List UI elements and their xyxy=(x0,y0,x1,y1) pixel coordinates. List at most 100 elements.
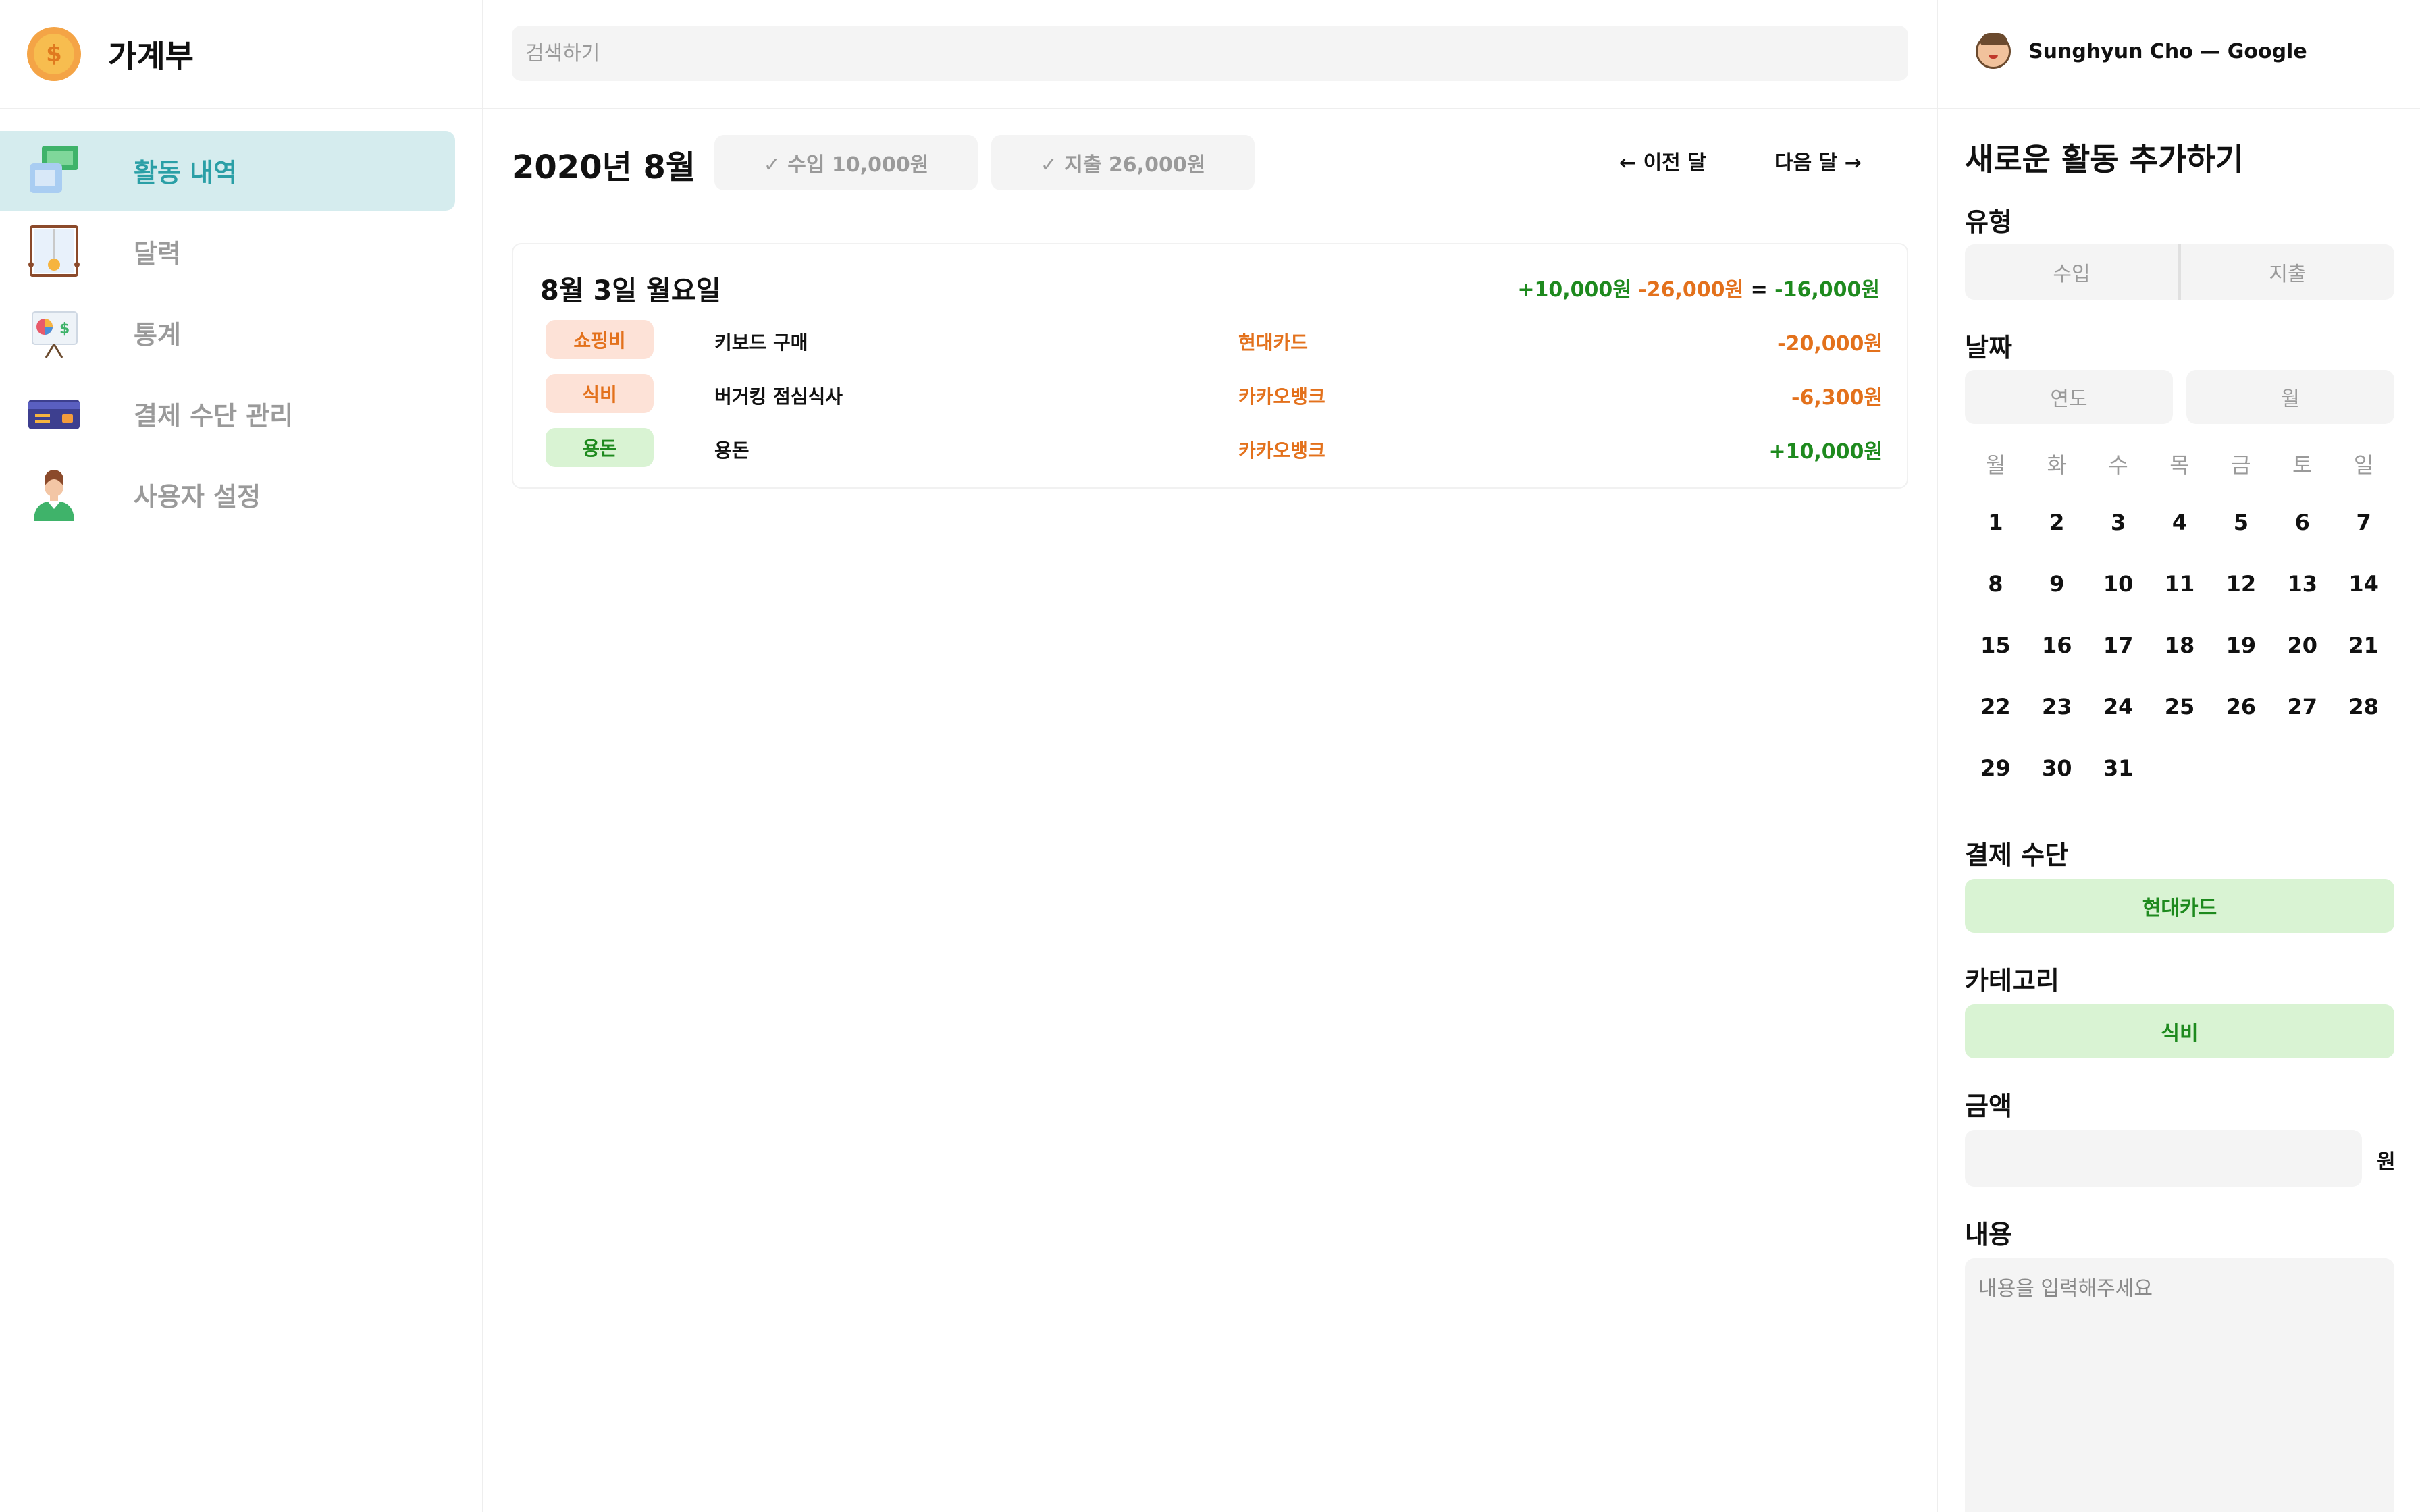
calendar-day[interactable]: 30 xyxy=(2026,755,2088,817)
calendar-day[interactable]: 2 xyxy=(2026,510,2088,571)
next-month-button[interactable]: 다음 달 → xyxy=(1774,146,1862,176)
calendar-day[interactable]: 22 xyxy=(1965,694,2026,755)
sidebar-item-payment-methods[interactable]: 결제 수단 관리 xyxy=(0,373,483,454)
calendar-day[interactable]: 21 xyxy=(2333,632,2394,694)
payment-method: 카카오뱅크 xyxy=(1238,439,1325,462)
sidebar-nav: 활동 내역 달력 $ 통계 결제 수단 관리 사용자 설정 xyxy=(0,130,483,535)
calendar-day[interactable]: 29 xyxy=(1965,755,2026,817)
calendar-day[interactable]: 1 xyxy=(1965,510,2026,571)
weekday-label: 일 xyxy=(2353,452,2374,478)
user-name: Sunghyun Cho — Google xyxy=(2028,39,2307,63)
sidebar-item-calendar[interactable]: 달력 xyxy=(0,211,483,292)
transaction-row[interactable]: 식비 버거킹 점심식사 카카오뱅크 -6,300원 xyxy=(513,374,1910,417)
user-account[interactable]: Sunghyun Cho — Google xyxy=(1976,33,2307,69)
payment-method: 현대카드 xyxy=(1238,331,1309,354)
transaction-row[interactable]: 쇼핑비 키보드 구매 현대카드 -20,000원 xyxy=(513,320,1910,363)
chart-board-icon: $ xyxy=(32,311,78,358)
calendar-day[interactable]: 13 xyxy=(2271,571,2333,632)
prev-month-button[interactable]: ← 이전 달 xyxy=(1619,146,1706,176)
calendar-day[interactable]: 8 xyxy=(1965,571,2026,632)
sidebar-item-label: 달력 xyxy=(134,238,181,269)
calendar-day[interactable]: 15 xyxy=(1965,632,2026,694)
expense-filter-toggle[interactable]: ✓ 지출 26,000원 xyxy=(991,135,1255,190)
calendar-day[interactable]: 5 xyxy=(2210,510,2271,571)
calendar-week: 1 2 3 4 5 6 7 xyxy=(1965,510,2394,571)
calendar-week: 22 23 24 25 26 27 28 xyxy=(1965,694,2394,755)
calendar-day[interactable]: 11 xyxy=(2149,571,2211,632)
date-label: 날짜 xyxy=(1965,333,2012,362)
category-label: 카테고리 xyxy=(1965,966,2059,996)
calendar-day[interactable]: 16 xyxy=(2026,632,2088,694)
calendar-day-empty xyxy=(2149,755,2211,817)
category-select[interactable]: 식비 xyxy=(1965,1004,2394,1058)
sidebar-item-label: 통계 xyxy=(134,319,181,350)
calendar-day[interactable]: 10 xyxy=(2088,571,2149,632)
calendar-day[interactable]: 3 xyxy=(2088,510,2149,571)
calendar-day[interactable]: 26 xyxy=(2210,694,2271,755)
calendar-day[interactable]: 27 xyxy=(2271,694,2333,755)
calendar-day[interactable]: 17 xyxy=(2088,632,2149,694)
coin-logo-icon: $ xyxy=(27,27,81,81)
calendar-week: 29 30 31 xyxy=(1965,755,2394,817)
calendar-day[interactable]: 31 xyxy=(2088,755,2149,817)
equals-sign: = xyxy=(1743,278,1775,302)
panel-title: 새로운 활동 추가하기 xyxy=(1965,141,2244,178)
weekday-label: 화 xyxy=(2047,452,2068,478)
add-activity-panel: Sunghyun Cho — Google 새로운 활동 추가하기 유형 수입 … xyxy=(1937,0,2420,1512)
month-select[interactable]: 월 xyxy=(2186,370,2394,424)
calendar-day[interactable]: 19 xyxy=(2210,632,2271,694)
calendar-day[interactable]: 18 xyxy=(2149,632,2211,694)
memo-textarea[interactable] xyxy=(1965,1258,2394,1512)
type-income-option[interactable]: 수입 xyxy=(1965,244,2181,300)
weekday-label: 월 xyxy=(1985,452,2006,478)
sidebar-item-label: 활동 내역 xyxy=(134,157,238,188)
calendar-day-empty xyxy=(2210,755,2271,817)
type-label: 유형 xyxy=(1965,207,2012,237)
calendar-week: 15 16 17 18 19 20 21 xyxy=(1965,632,2394,694)
amount-input[interactable] xyxy=(1965,1130,2362,1187)
day-expense-total: -26,000원 xyxy=(1638,278,1744,302)
brand[interactable]: $ 가계부 xyxy=(27,26,194,82)
calendar-day[interactable]: 6 xyxy=(2271,510,2333,571)
calendar-day[interactable]: 23 xyxy=(2026,694,2088,755)
category-badge: 용돈 xyxy=(546,428,654,467)
transaction-description: 키보드 구매 xyxy=(714,331,808,354)
sidebar-item-stats[interactable]: $ 통계 xyxy=(0,292,483,373)
credit-card-icon xyxy=(28,400,80,429)
payment-method: 카카오뱅크 xyxy=(1238,385,1325,408)
weekday-label: 금 xyxy=(2231,452,2251,478)
sidebar-item-activity[interactable]: 활동 내역 xyxy=(0,130,483,211)
day-summary: +10,000원 -26,000원 = -16,000원 xyxy=(1517,273,1880,302)
calendar-day[interactable]: 9 xyxy=(2026,571,2088,632)
calendar-icon xyxy=(28,225,80,277)
divider xyxy=(483,108,1937,109)
calendar-day-empty xyxy=(2333,755,2394,817)
money-icon xyxy=(30,146,78,193)
sidebar-item-user-settings[interactable]: 사용자 설정 xyxy=(0,454,483,535)
calendar-day[interactable]: 20 xyxy=(2271,632,2333,694)
sidebar-item-label: 사용자 설정 xyxy=(134,481,261,512)
type-expense-option[interactable]: 지출 xyxy=(2181,244,2394,300)
calendar-day[interactable]: 7 xyxy=(2333,510,2394,571)
calendar-day[interactable]: 14 xyxy=(2333,571,2394,632)
payment-method-select[interactable]: 현대카드 xyxy=(1965,879,2394,933)
year-select[interactable]: 연도 xyxy=(1965,370,2173,424)
calendar-day[interactable]: 25 xyxy=(2149,694,2211,755)
transaction-row[interactable]: 용돈 용돈 카카오뱅크 +10,000원 xyxy=(513,428,1910,471)
weekday-label: 토 xyxy=(2292,452,2313,478)
calendar-day[interactable]: 24 xyxy=(2088,694,2149,755)
category-badge: 쇼핑비 xyxy=(546,320,654,359)
main-content: 2020년 8월 ✓ 수입 10,000원 ✓ 지출 26,000원 ← 이전 … xyxy=(483,0,1937,1512)
category-badge: 식비 xyxy=(546,374,654,413)
calendar-day[interactable]: 4 xyxy=(2149,510,2211,571)
amount-label: 금액 xyxy=(1965,1091,2012,1121)
calendar-day[interactable]: 12 xyxy=(2210,571,2271,632)
search-input[interactable] xyxy=(512,26,1908,81)
calendar-day[interactable]: 28 xyxy=(2333,694,2394,755)
transaction-amount: -20,000원 xyxy=(1777,332,1883,356)
app-title: 가계부 xyxy=(108,38,194,74)
transaction-amount: -6,300원 xyxy=(1791,386,1883,410)
divider xyxy=(0,108,482,109)
day-title: 8월 3일 월요일 xyxy=(540,275,721,306)
income-filter-toggle[interactable]: ✓ 수입 10,000원 xyxy=(714,135,978,190)
